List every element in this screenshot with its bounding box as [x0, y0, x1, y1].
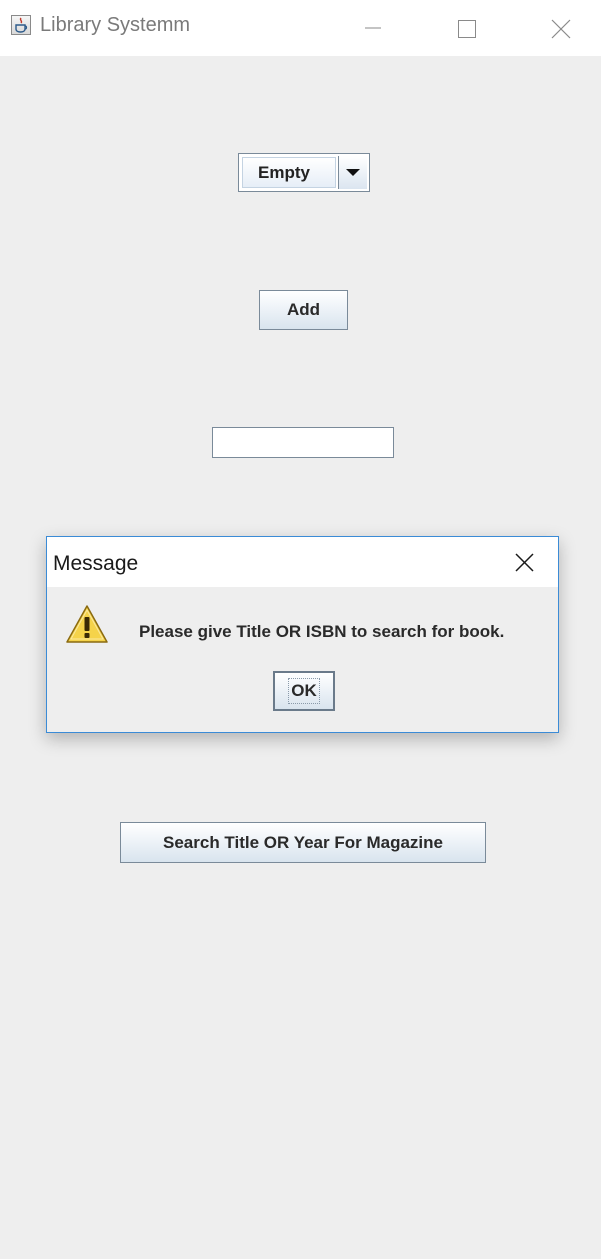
minimize-icon [365, 27, 381, 29]
close-icon [551, 19, 571, 39]
window-titlebar[interactable]: Library Systemm [0, 0, 601, 56]
chevron-down-icon [346, 169, 360, 176]
combo-dropdown-button[interactable] [338, 156, 367, 189]
window-title: Library Systemm [40, 14, 191, 36]
add-button[interactable]: Add [259, 290, 348, 330]
ok-button-label: OK [288, 678, 320, 704]
maximize-icon [458, 20, 476, 38]
java-app-icon [11, 15, 31, 35]
app-window: Library Systemm Empty Add Search Title O… [0, 0, 601, 1259]
search-magazine-button[interactable]: Search Title OR Year For Magazine [120, 822, 486, 863]
dialog-titlebar[interactable]: Message [47, 537, 558, 587]
dialog-close-button[interactable] [505, 545, 545, 581]
close-icon [515, 553, 534, 572]
dialog-message: Please give Title OR ISBN to search for … [139, 622, 505, 641]
ok-button[interactable]: OK [273, 671, 335, 711]
maximize-button[interactable] [447, 8, 487, 48]
warning-icon [65, 604, 109, 649]
combo-selected-value: Empty [242, 157, 336, 188]
message-dialog: Message Please give Title OR ISBN to sea… [46, 536, 559, 733]
minimize-button[interactable] [353, 8, 393, 48]
search-input[interactable] [212, 427, 394, 458]
dialog-title: Message [53, 552, 139, 575]
type-combo-box[interactable]: Empty [238, 153, 370, 192]
close-button[interactable] [541, 8, 581, 48]
